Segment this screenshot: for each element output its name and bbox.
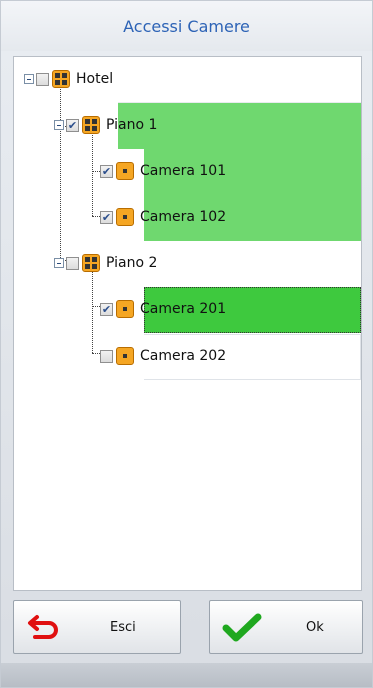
checkmark-icon bbox=[222, 613, 262, 642]
undo-arrow-icon bbox=[28, 615, 58, 639]
tree-node-label: Hotel bbox=[76, 71, 114, 87]
window-title: Accessi Camere bbox=[1, 1, 372, 51]
rooms-tree[interactable]: Hotel ✔ Piano 1 ✔ Camera 101 ✔ Camera 10… bbox=[13, 56, 362, 591]
tree-node-piano-2[interactable]: Piano 2 bbox=[54, 241, 157, 285]
camera-102-checkbox[interactable]: ✔ bbox=[100, 210, 113, 224]
tree-node-label: Camera 202 bbox=[140, 348, 227, 364]
access-rooms-window: Accessi Camere Hotel ✔ Piano 1 ✔ Camera … bbox=[0, 0, 373, 688]
room-icon bbox=[116, 162, 134, 180]
tree-node-camera-102[interactable]: ✔ Camera 102 bbox=[100, 195, 226, 239]
tree-node-label: Piano 1 bbox=[106, 117, 158, 133]
tree-node-label: Camera 101 bbox=[140, 163, 227, 179]
camera-101-checkbox[interactable]: ✔ bbox=[100, 164, 113, 178]
tree-connector bbox=[92, 306, 100, 307]
grid-icon bbox=[52, 70, 70, 88]
tree-node-label: Camera 201 bbox=[140, 301, 227, 317]
grid-icon bbox=[82, 116, 100, 134]
hotel-checkbox[interactable] bbox=[36, 72, 49, 86]
tree-connector bbox=[92, 353, 100, 354]
exit-button[interactable]: Esci bbox=[13, 600, 181, 654]
ok-button[interactable]: Ok bbox=[209, 600, 363, 654]
tree-node-label: Camera 102 bbox=[140, 209, 227, 225]
piano-1-checkbox[interactable]: ✔ bbox=[66, 118, 79, 132]
ok-button-label: Ok bbox=[306, 620, 324, 635]
tree-node-hotel[interactable]: Hotel bbox=[24, 57, 113, 101]
status-bar bbox=[1, 663, 372, 687]
tree-node-piano-1[interactable]: ✔ Piano 1 bbox=[54, 103, 157, 147]
collapse-icon[interactable] bbox=[54, 120, 64, 130]
tree-connector bbox=[92, 171, 100, 172]
exit-button-label: Esci bbox=[110, 620, 136, 635]
tree-node-camera-202[interactable]: Camera 202 bbox=[100, 334, 226, 378]
tree-node-label: Piano 2 bbox=[106, 255, 158, 271]
camera-202-checkbox[interactable] bbox=[100, 349, 113, 363]
room-icon bbox=[116, 208, 134, 226]
room-icon bbox=[116, 347, 134, 365]
camera-201-checkbox[interactable]: ✔ bbox=[100, 302, 113, 316]
piano-2-checkbox[interactable] bbox=[66, 256, 79, 270]
tree-node-camera-201[interactable]: ✔ Camera 201 bbox=[100, 287, 226, 331]
collapse-icon[interactable] bbox=[24, 74, 34, 84]
collapse-icon[interactable] bbox=[54, 258, 64, 268]
tree-node-camera-101[interactable]: ✔ Camera 101 bbox=[100, 149, 226, 193]
grid-icon bbox=[82, 254, 100, 272]
tree-connector bbox=[92, 216, 100, 217]
room-icon bbox=[116, 300, 134, 318]
row-divider bbox=[118, 57, 361, 103]
